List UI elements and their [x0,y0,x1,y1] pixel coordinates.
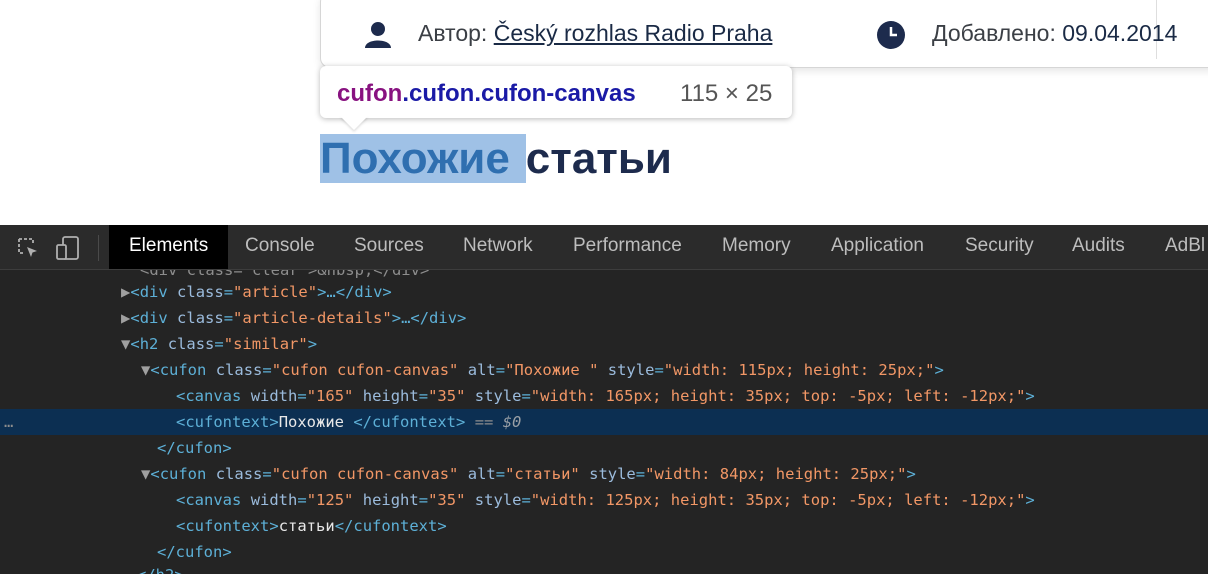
dom-line-h2-close[interactable]: </h2> [0,562,1208,574]
tab-application[interactable]: Application [831,225,924,269]
tab-elements[interactable]: Elements [109,225,229,269]
author-meta: Автор: Český rozhlas Radio Praha [418,20,772,47]
dom-tree: <div class="clear">&nbsp;</div> ▶<div cl… [0,270,1208,574]
added-label: Добавлено: [932,20,1056,46]
clock-icon [877,21,905,49]
tab-audits[interactable]: Audits [1072,225,1125,269]
heading-rest-word: статьи [525,134,672,183]
dom-line-cufon-1[interactable]: ▼<cufon class="cufon cufon-canvas" alt="… [0,357,1208,383]
tooltip-selector: cufon.cufon.cufon-canvas [337,80,636,108]
devtools-panel: Elements Console Sources Network Perform… [0,225,1208,574]
dom-line-cufon-close-1[interactable]: </cufon> [0,435,1208,461]
tab-network[interactable]: Network [463,225,533,269]
inspect-element-icon[interactable] [16,236,40,260]
expand-triangle[interactable]: ▶ [121,283,130,301]
tab-console[interactable]: Console [245,225,315,269]
similar-articles-heading: Похожие статьи [320,134,672,184]
heading-highlighted-word: Похожие [320,134,526,183]
tooltip-classes: .cufon.cufon-canvas [402,80,636,107]
tab-security[interactable]: Security [965,225,1034,269]
added-meta: Добавлено: 09.04.2014 [932,20,1177,47]
collapse-triangle[interactable]: ▼ [141,361,150,379]
user-icon [365,22,391,48]
author-link[interactable]: Český rozhlas Radio Praha [494,20,773,46]
tab-performance[interactable]: Performance [573,225,682,269]
dom-line-h2[interactable]: ▼<h2 class="similar"> [0,331,1208,357]
device-toolbar-icon[interactable] [56,236,80,260]
devtools-toolbar: Elements Console Sources Network Perform… [0,225,1208,270]
tab-adblock[interactable]: AdBl [1165,225,1205,269]
dom-line-canvas-1[interactable]: <canvas width="165" height="35" style="w… [0,383,1208,409]
tab-sources[interactable]: Sources [354,225,424,269]
dom-line-canvas-2[interactable]: <canvas width="125" height="35" style="w… [0,487,1208,513]
expand-triangle[interactable]: ▶ [121,309,130,327]
tab-memory[interactable]: Memory [722,225,791,269]
author-label: Автор: [418,20,488,46]
collapse-triangle[interactable]: ▼ [141,465,150,483]
more-options-icon[interactable]: … [4,409,13,435]
toolbar-divider [98,235,99,261]
added-date: 09.04.2014 [1062,20,1178,46]
web-page: Автор: Český rozhlas Radio Praha Добавле… [0,0,1208,225]
dom-line-article-details[interactable]: ▶<div class="article-details">…</div> [0,305,1208,331]
tooltip-dimensions: 115 × 25 [680,80,773,107]
tooltip-arrow [340,116,368,130]
tooltip-tag: cufon [337,80,403,107]
dom-line-cufontext-2[interactable]: <cufontext>статьи</cufontext> [0,513,1208,539]
dom-line-cufontext-selected[interactable]: … <cufontext>Похожие </cufontext> == $0 [0,409,1208,435]
collapse-triangle[interactable]: ▼ [121,335,130,353]
dom-line-article[interactable]: ▶<div class="article">…</div> [0,279,1208,305]
dom-line-cufon-2[interactable]: ▼<cufon class="cufon cufon-canvas" alt="… [0,461,1208,487]
